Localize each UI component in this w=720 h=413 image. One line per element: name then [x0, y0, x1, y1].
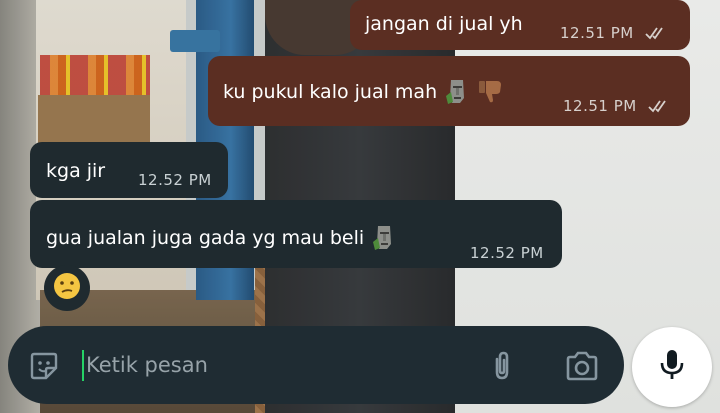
message-time: 12.52 PM	[138, 171, 212, 189]
message-time: 12.52 PM	[470, 244, 544, 262]
message-time: 12.51 PM	[563, 97, 637, 115]
message-composer	[8, 326, 624, 404]
double-check-icon	[648, 99, 670, 116]
sticker-icon[interactable]	[28, 350, 60, 382]
message-meta: 12.51 PM	[563, 99, 670, 116]
message-text: gua jualan juga gada yg mau beli	[46, 227, 365, 249]
message-text: jangan di jual yh	[365, 13, 523, 35]
message-text: ku pukul kalo jual mah	[223, 81, 438, 103]
message-text-wrap: gua jualan juga gada yg mau beli	[46, 224, 395, 254]
camera-icon[interactable]	[565, 350, 598, 382]
message-time: 12.51 PM	[560, 24, 634, 42]
incoming-message[interactable]: kga jir 12.52 PM	[30, 142, 228, 198]
incoming-message[interactable]: gua jualan juga gada yg mau beli 12.52 P…	[30, 200, 562, 268]
message-text-wrap: ku pukul kalo jual mah	[223, 78, 503, 108]
confused-face-emoji	[52, 271, 82, 305]
message-input[interactable]	[86, 346, 466, 384]
voice-record-button[interactable]	[632, 327, 712, 407]
message-reaction[interactable]	[44, 265, 90, 311]
microphone-icon	[658, 348, 686, 386]
outgoing-message[interactable]: jangan di jual yh 12.51 PM	[350, 0, 690, 50]
message-text: kga jir	[46, 160, 106, 182]
text-caret	[82, 350, 84, 381]
outgoing-message[interactable]: ku pukul kalo jual mah 12.51 PM	[208, 56, 690, 126]
moai-emoji	[446, 78, 468, 108]
moai-emoji	[373, 224, 395, 254]
message-meta: 12.51 PM	[560, 26, 667, 43]
thumbs-down-emoji	[477, 78, 503, 108]
double-check-icon	[645, 26, 667, 43]
paperclip-icon[interactable]	[486, 350, 518, 382]
